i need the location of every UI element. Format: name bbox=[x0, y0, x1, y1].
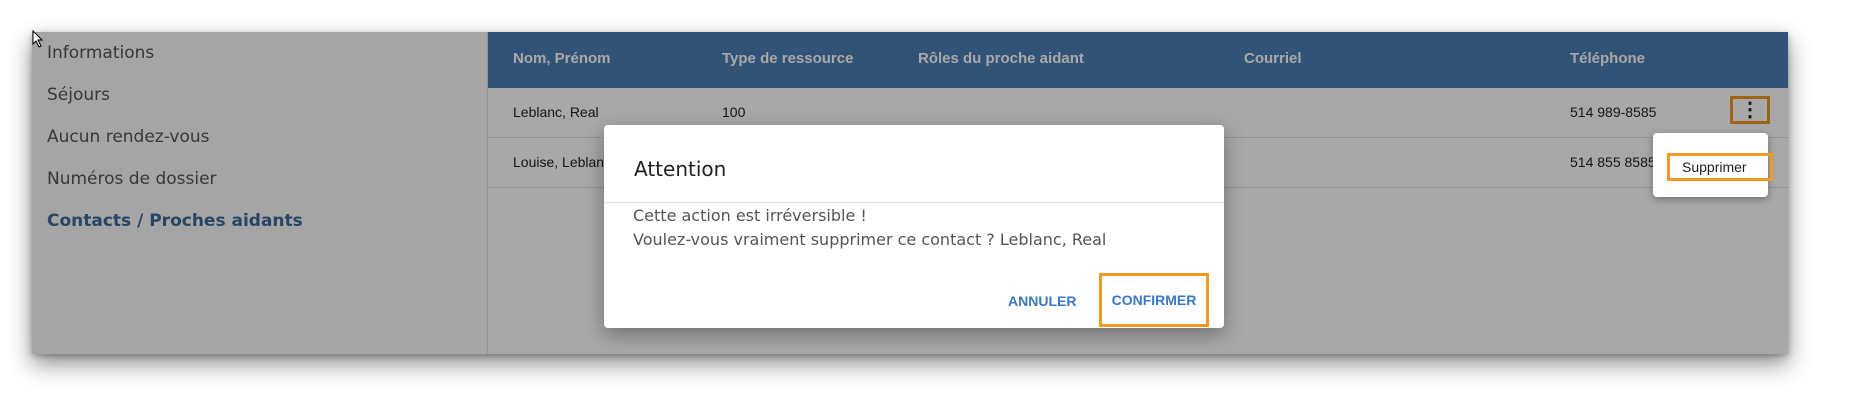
dialog-divider bbox=[604, 202, 1224, 203]
dialog-message-line1: Cette action est irréversible ! bbox=[633, 206, 867, 225]
cancel-button[interactable]: ANNULER bbox=[1008, 293, 1076, 309]
mouse-pointer-icon bbox=[32, 30, 44, 48]
app-window: Informations Séjours Aucun rendez-vous N… bbox=[32, 32, 1788, 354]
confirm-dialog: Attention Cette action est irréversible … bbox=[604, 125, 1224, 328]
dialog-title: Attention bbox=[634, 157, 727, 181]
menu-item-delete[interactable]: Supprimer bbox=[1667, 153, 1773, 181]
row-context-menu: Supprimer bbox=[1653, 133, 1773, 197]
confirm-button[interactable]: CONFIRMER bbox=[1099, 273, 1209, 327]
dialog-message-line2: Voulez-vous vraiment supprimer ce contac… bbox=[633, 230, 1107, 249]
